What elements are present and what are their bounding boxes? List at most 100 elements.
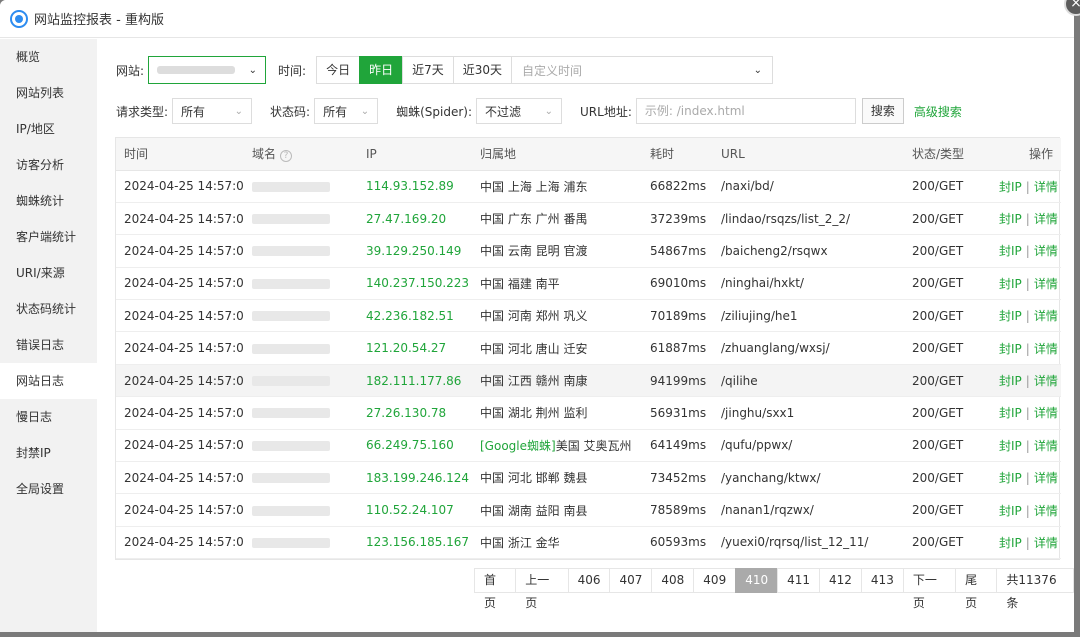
- cell-ip[interactable]: 39.129.250.149: [358, 234, 472, 268]
- sidebar-item-uri-source[interactable]: URI/来源: [0, 255, 97, 291]
- page-number-button[interactable]: 413: [860, 568, 903, 593]
- request-type-select[interactable]: 所有 ⌄: [172, 98, 253, 124]
- cell-cost: 56931ms: [642, 396, 713, 430]
- ban-ip-link[interactable]: 封IP: [999, 439, 1022, 453]
- filter-row-site-time: 网站: ⌄ 时间: 今日 昨日 近7天 近30天 自定义时间 ⌄: [116, 56, 774, 84]
- page-number-button[interactable]: 407: [609, 568, 652, 593]
- ban-ip-link[interactable]: 封IP: [999, 406, 1022, 420]
- ban-ip-link[interactable]: 封IP: [999, 536, 1022, 550]
- cell-domain: [244, 170, 358, 203]
- page-first-button[interactable]: 首页: [474, 568, 516, 610]
- page-number-button[interactable]: 409: [693, 568, 736, 593]
- sidebar-item-client-stats[interactable]: 客户端统计: [0, 219, 97, 255]
- help-icon[interactable]: ?: [280, 150, 293, 163]
- sidebar-item-overview[interactable]: 概览: [0, 39, 97, 75]
- cell-ip[interactable]: 27.47.169.20: [358, 202, 472, 236]
- ban-ip-link[interactable]: 封IP: [999, 471, 1022, 485]
- cell-ip[interactable]: 66.249.75.160: [358, 429, 472, 463]
- cell-ip[interactable]: 27.26.130.78: [358, 396, 472, 430]
- cell-location: 中国 上海 上海 浦东: [472, 170, 642, 203]
- site-select[interactable]: ⌄: [148, 56, 267, 84]
- cell-domain: [244, 234, 358, 268]
- sidebar: 概览 网站列表 IP/地区 访客分析 蜘蛛统计 客户端统计 URI/来源 状态码统计 错误日志网…: [0, 39, 97, 632]
- cell-actions: 封IP | 详情: [991, 202, 1061, 236]
- sidebar-item-error-log[interactable]: 错误日志: [0, 327, 97, 363]
- detail-link[interactable]: 详情: [1034, 277, 1058, 291]
- ban-ip-link[interactable]: 封IP: [999, 180, 1022, 194]
- sidebar-item-site-list[interactable]: 网站列表: [0, 75, 97, 111]
- cell-time: 2024-04-25 14:57:01: [116, 364, 244, 398]
- time-button[interactable]: 昨日: [359, 56, 403, 84]
- time-button[interactable]: 今日: [316, 56, 360, 84]
- cell-ip[interactable]: 42.236.182.51: [358, 299, 472, 333]
- time-button[interactable]: 近30天: [452, 56, 512, 84]
- spider-tag: [Google蜘蛛]: [480, 438, 556, 453]
- detail-link[interactable]: 详情: [1034, 342, 1058, 356]
- cell-url: /ninghai/hxkt/: [713, 267, 904, 301]
- action-separator: |: [1025, 341, 1030, 356]
- ban-ip-link[interactable]: 封IP: [999, 342, 1022, 356]
- custom-time-input[interactable]: 自定义时间 ⌄: [511, 56, 774, 84]
- cell-domain: [244, 267, 358, 301]
- sidebar-item-slow-log[interactable]: 慢日志: [0, 399, 97, 435]
- sidebar-item-visitor-analysis[interactable]: 访客分析: [0, 147, 97, 183]
- cell-ip[interactable]: 110.52.24.107: [358, 493, 472, 527]
- column-header: 状态/类型: [904, 138, 991, 171]
- page-prev-button[interactable]: 上一页: [515, 568, 568, 610]
- page-number-button[interactable]: 412: [819, 568, 861, 593]
- window-title: 网站监控报表 - 重构版: [34, 13, 164, 28]
- page-next-button[interactable]: 下一页: [902, 568, 956, 610]
- sidebar-item-banned-ip[interactable]: 封禁IP: [0, 435, 97, 471]
- cell-ip[interactable]: 114.93.152.89: [358, 170, 472, 203]
- cell-ip[interactable]: 123.156.185.167: [358, 526, 472, 560]
- advanced-search-link[interactable]: 高级搜索: [914, 103, 962, 120]
- ban-ip-link[interactable]: 封IP: [999, 374, 1022, 388]
- table-header-row: 时间 域名? IP 归属地 耗时 URL 状态/类型 操作: [116, 138, 1061, 171]
- ban-ip-link[interactable]: 封IP: [999, 309, 1022, 323]
- detail-link[interactable]: 详情: [1034, 180, 1058, 194]
- cell-ip[interactable]: 140.237.150.223: [358, 267, 472, 301]
- detail-link[interactable]: 详情: [1034, 212, 1058, 226]
- ban-ip-link[interactable]: 封IP: [999, 212, 1022, 226]
- page-number-button[interactable]: 411: [777, 568, 820, 593]
- ban-ip-link[interactable]: 封IP: [999, 504, 1022, 518]
- cell-time: 2024-04-25 14:57:01: [116, 299, 244, 333]
- page-number-button[interactable]: 406: [567, 568, 610, 593]
- detail-link[interactable]: 详情: [1034, 374, 1058, 388]
- time-button[interactable]: 近7天: [402, 56, 453, 84]
- url-input[interactable]: 示例: /index.html: [635, 98, 856, 124]
- cell-location: 中国 浙江 金华: [472, 526, 642, 560]
- detail-link[interactable]: 详情: [1034, 439, 1058, 453]
- cell-ip[interactable]: 183.199.246.124: [358, 461, 472, 495]
- sidebar-item-ip-region[interactable]: IP/地区: [0, 111, 97, 147]
- action-separator: |: [1025, 438, 1030, 453]
- sidebar-item-spider-stats[interactable]: 蜘蛛统计: [0, 183, 97, 219]
- cell-ip[interactable]: 121.20.54.27: [358, 331, 472, 365]
- detail-link[interactable]: 详情: [1034, 504, 1058, 518]
- page-number-button[interactable]: 410: [735, 568, 778, 593]
- cell-cost: 73452ms: [642, 461, 713, 495]
- ban-ip-link[interactable]: 封IP: [999, 244, 1022, 258]
- domain-redacted: [252, 537, 330, 548]
- detail-link[interactable]: 详情: [1034, 471, 1058, 485]
- ban-ip-link[interactable]: 封IP: [999, 277, 1022, 291]
- sidebar-item-site-log[interactable]: 网站日志: [0, 363, 97, 399]
- main-panel: 网站: ⌄ 时间: 今日 昨日 近7天 近30天 自定义时间 ⌄ 请求类型: 所有 ⌄…: [97, 39, 1074, 632]
- sidebar-item-global-settings[interactable]: 全局设置: [0, 471, 97, 507]
- detail-link[interactable]: 详情: [1034, 536, 1058, 550]
- status-code-select[interactable]: 所有 ⌄: [314, 98, 379, 124]
- detail-link[interactable]: 详情: [1034, 406, 1058, 420]
- sidebar-item-status-code-stats[interactable]: 状态码统计: [0, 291, 97, 327]
- search-button[interactable]: 搜索: [861, 98, 904, 124]
- detail-link[interactable]: 详情: [1034, 309, 1058, 323]
- time-range-group: 今日 昨日 近7天 近30天: [316, 56, 512, 84]
- spider-select[interactable]: 不过滤 ⌄: [476, 98, 563, 124]
- page-last-button[interactable]: 尾页: [955, 568, 997, 610]
- cell-actions: 封IP | 详情: [991, 396, 1061, 430]
- column-header: 时间: [116, 138, 244, 171]
- page-number-button[interactable]: 408: [651, 568, 694, 593]
- cell-location: 中国 福建 南平: [472, 267, 642, 301]
- detail-link[interactable]: 详情: [1034, 244, 1058, 258]
- cell-ip[interactable]: 182.111.177.86: [358, 364, 472, 398]
- table-row: 2024-04-25 14:57:01 110.52.24.107 中国 湖南 益阳…: [116, 493, 1061, 527]
